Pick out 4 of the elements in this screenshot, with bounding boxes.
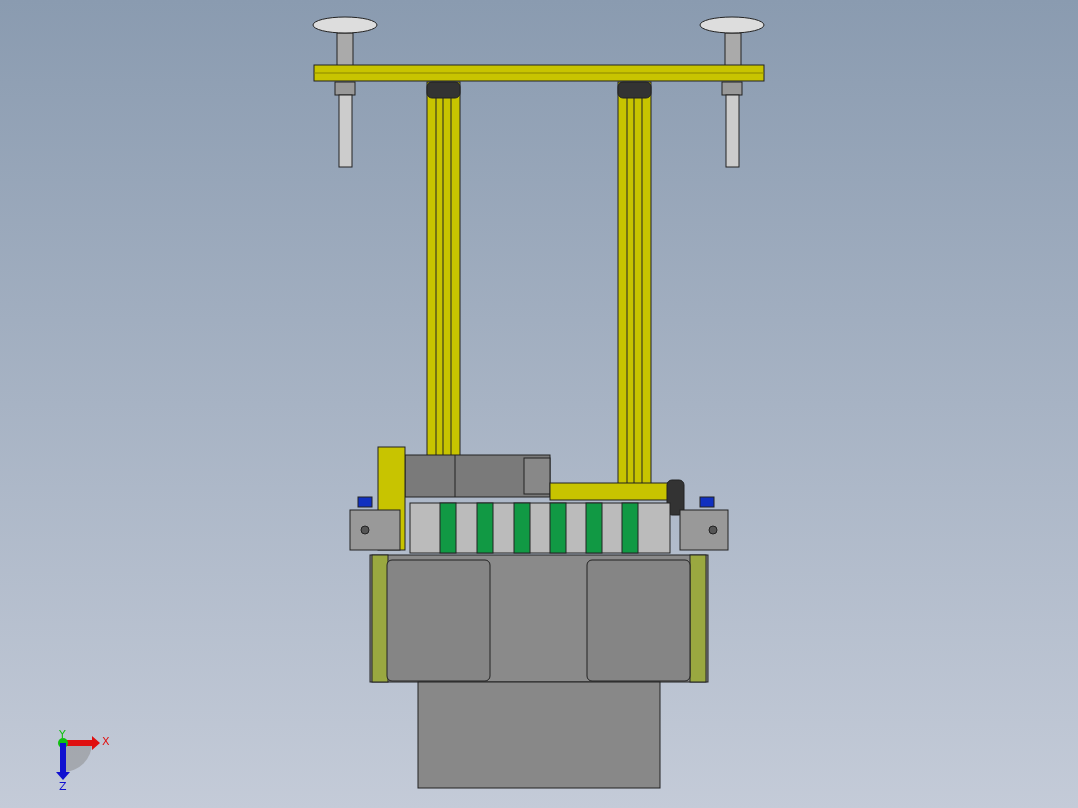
- axis-label: X: [102, 735, 110, 748]
- axis-label: Z: [59, 780, 67, 793]
- axis-label: Y: [59, 728, 66, 741]
- graphics-viewport[interactable]: X Y Z: [0, 0, 1078, 808]
